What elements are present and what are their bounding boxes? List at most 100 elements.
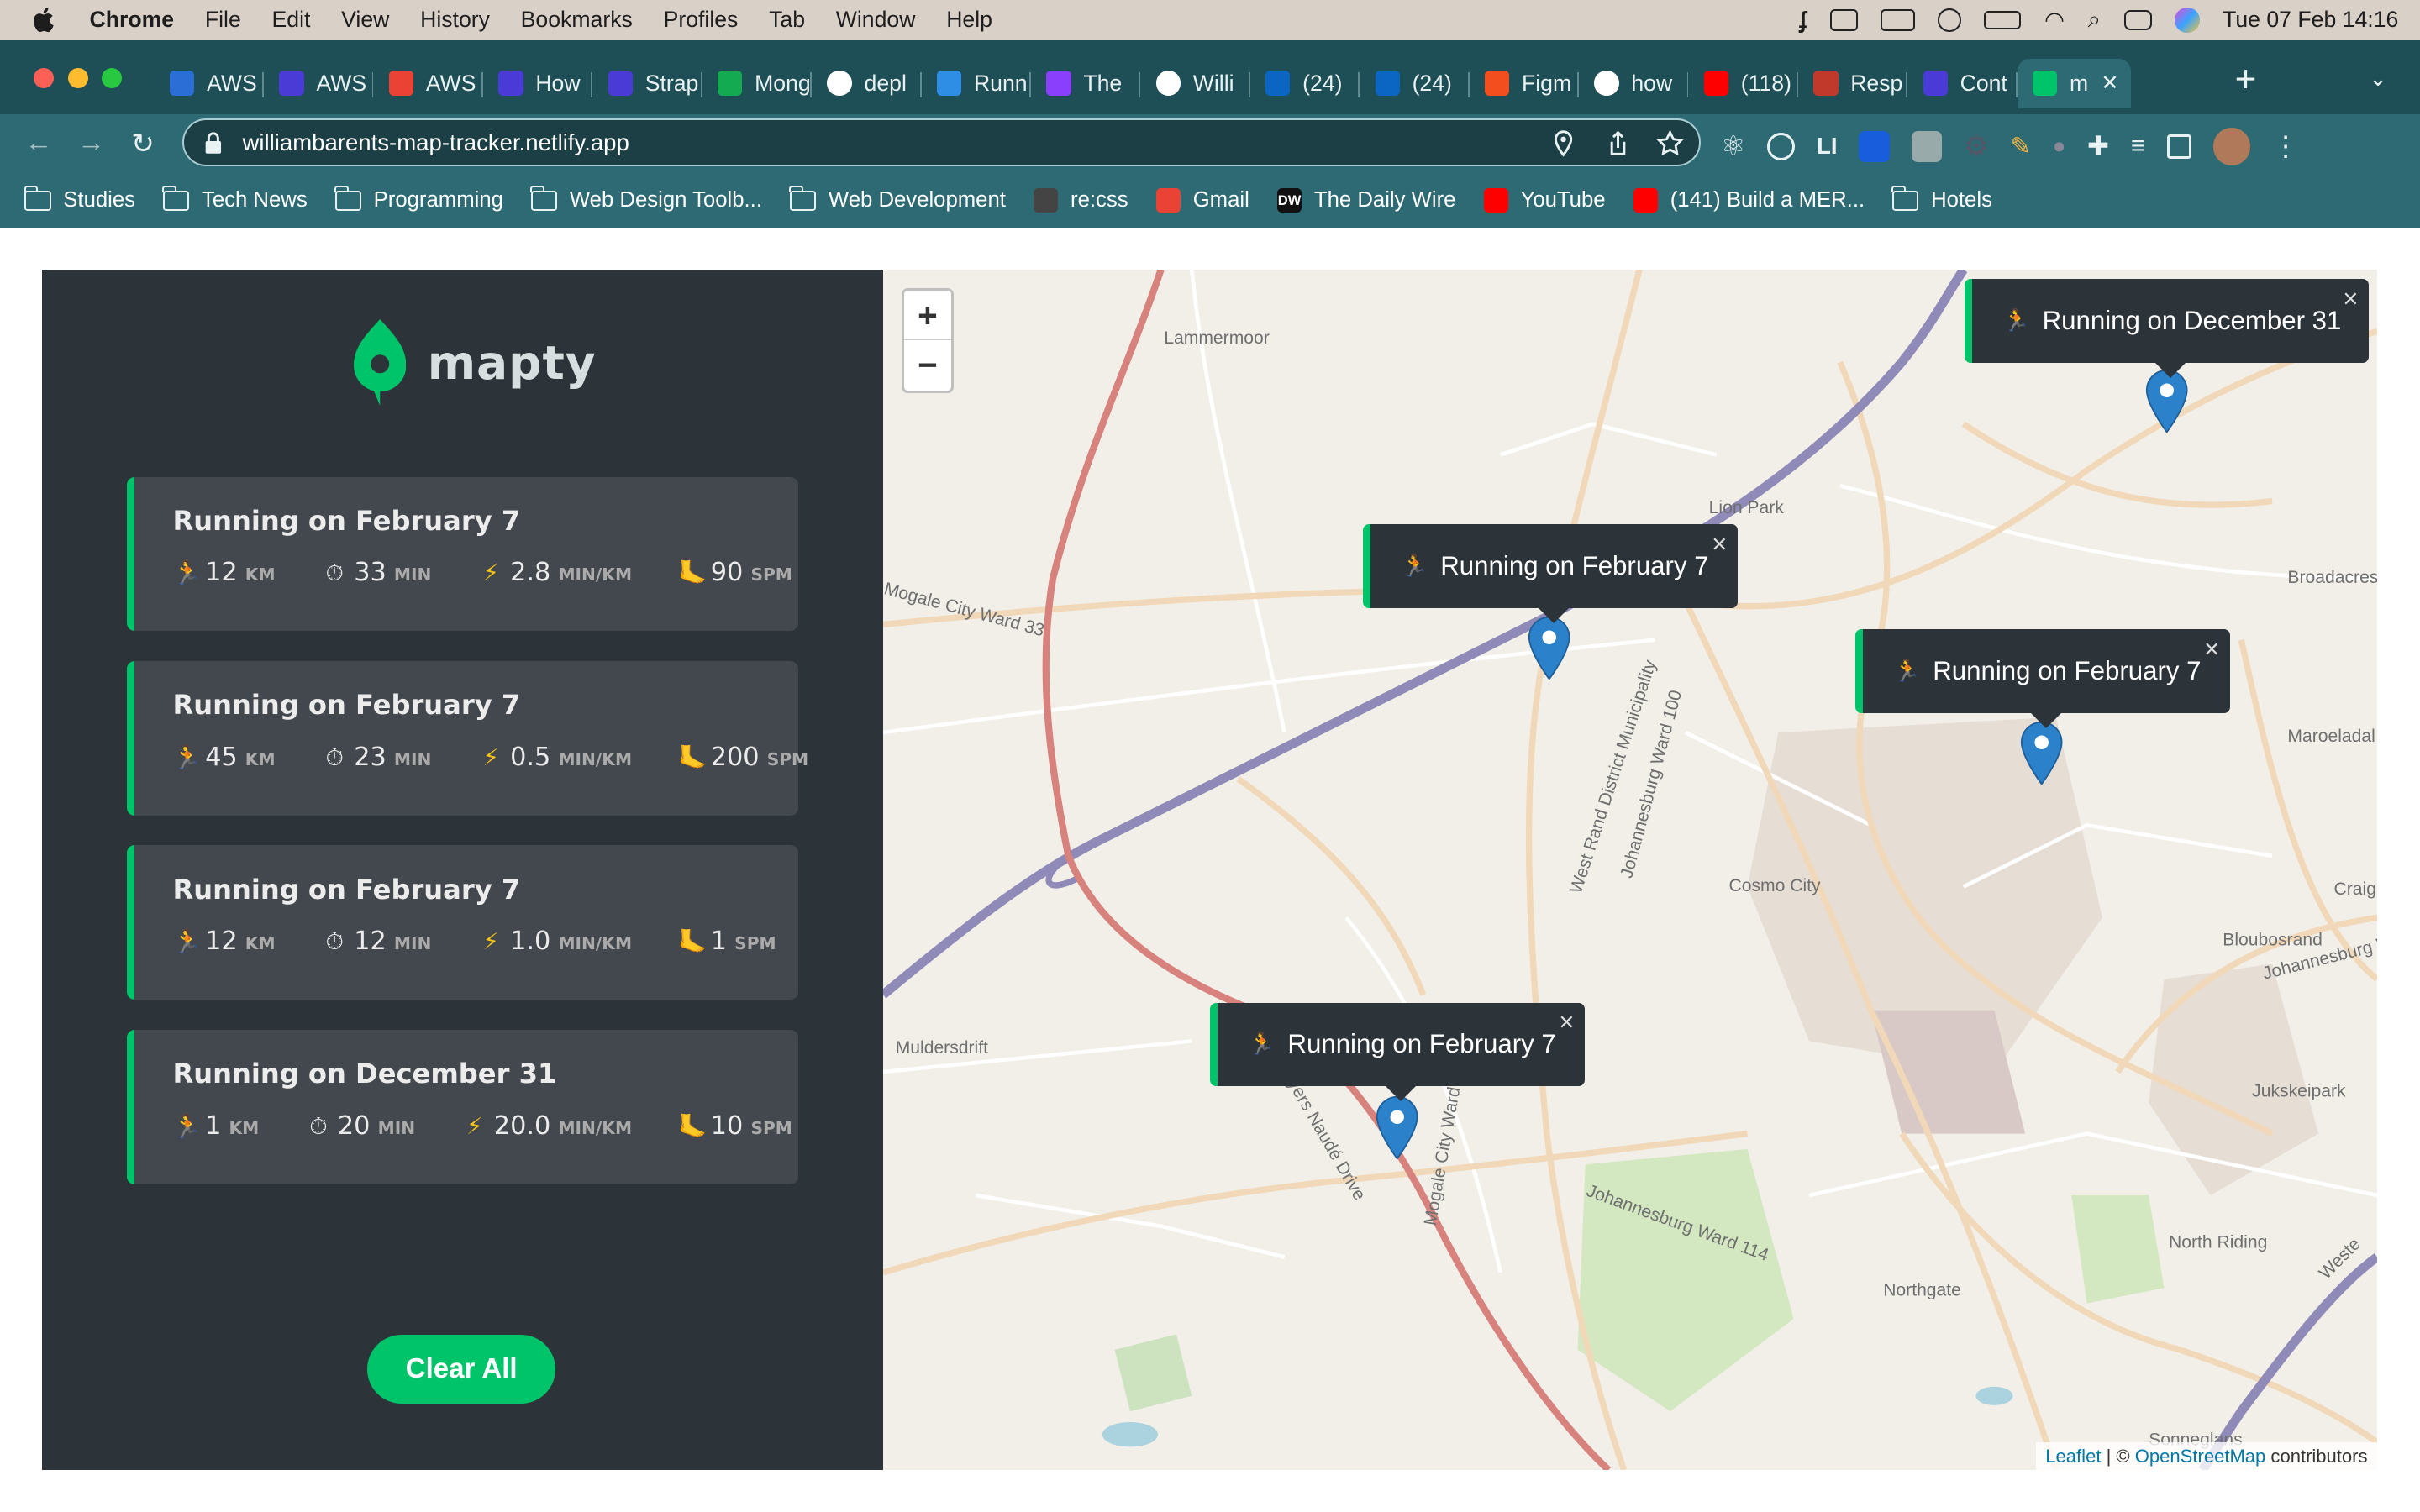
wifi-icon[interactable]: ◠ (2044, 7, 2065, 34)
bookmark-star-icon[interactable] (1656, 129, 1684, 157)
openstreetmap-link[interactable]: OpenStreetMap (2135, 1446, 2266, 1467)
browser-tab[interactable]: Runn (922, 59, 1031, 108)
back-arrow-icon[interactable]: ← (24, 127, 52, 159)
display-icon[interactable] (1829, 9, 1858, 31)
close-window-button[interactable] (34, 67, 55, 88)
popup-close-icon[interactable]: × (1559, 1007, 1574, 1037)
side-panel-icon[interactable] (2166, 134, 2192, 160)
new-tab-button[interactable]: + (2235, 61, 2257, 98)
profile-avatar[interactable] (2212, 128, 2250, 165)
menu-tab[interactable]: Tab (769, 7, 805, 33)
site-favicon-icon: DW (1276, 188, 1302, 213)
extension-tb-icon[interactable] (1911, 131, 1943, 162)
clear-all-button[interactable]: Clear All (367, 1334, 556, 1404)
media-queue-icon[interactable]: ≡ (2131, 132, 2145, 160)
bookmark-item[interactable]: Studies (24, 186, 135, 213)
browser-tab[interactable]: Cont (1907, 59, 2018, 108)
menu-profiles[interactable]: Profiles (664, 7, 739, 33)
figma-status-icon[interactable]: ʄ (1799, 7, 1807, 34)
menubar-datetime[interactable]: Tue 07 Feb 14:16 (2223, 7, 2398, 33)
spotlight-search-icon[interactable]: ⌕ (2088, 6, 2101, 34)
workout-card[interactable]: Running on December 31 🏃 1 KM ⏱ 20 MIN ⚡ 20.0 MIN… (126, 1029, 798, 1184)
browser-tab[interactable]: How (483, 59, 593, 108)
menu-window[interactable]: Window (836, 7, 916, 33)
browser-tab[interactable]: AWS (155, 59, 265, 108)
bookmark-item[interactable]: Hotels (1891, 186, 1992, 213)
tab-close-icon[interactable]: ✕ (2101, 71, 2119, 96)
map-marker-icon[interactable] (1528, 616, 1570, 680)
minimize-window-button[interactable] (67, 67, 88, 88)
bookmark-item[interactable]: Tech News (162, 186, 308, 213)
browser-tab[interactable]: (24) (1360, 59, 1470, 108)
menu-chrome[interactable]: Chrome (90, 7, 175, 33)
browser-tab[interactable]: m ✕ (2017, 58, 2132, 108)
leaflet-link[interactable]: Leaflet (2045, 1446, 2101, 1467)
bookmark-item[interactable]: Programming (334, 186, 503, 213)
browser-tab[interactable]: Willi (1140, 59, 1250, 108)
zoom-out-button[interactable]: − (904, 340, 951, 390)
extension-li-icon[interactable]: LI (1817, 133, 1837, 160)
menu-file[interactable]: File (205, 7, 241, 33)
browser-tab[interactable]: AWS (373, 59, 483, 108)
browser-tab[interactable]: Strap (592, 59, 702, 108)
extension-lock-icon[interactable]: ● (2053, 134, 2066, 159)
workout-card[interactable]: Running on February 7 🏃 12 KM ⏱ 33 MIN ⚡ 2.8 MIN/… (126, 476, 798, 632)
workout-popup[interactable]: 🏃 Running on February 7 × (1362, 524, 1739, 623)
workout-popup[interactable]: 🏃 Running on December 31 × (1965, 279, 2370, 378)
zoom-window-button[interactable] (102, 67, 123, 88)
menu-bookmarks[interactable]: Bookmarks (521, 7, 633, 33)
workout-card[interactable]: Running on February 7 🏃 45 KM ⏱ 23 MIN ⚡ 0.5 MIN/… (126, 661, 808, 816)
browser-tab[interactable]: how (1579, 59, 1689, 108)
menu-view[interactable]: View (341, 7, 389, 33)
forward-arrow-icon[interactable]: → (77, 127, 105, 159)
menu-help[interactable]: Help (946, 7, 992, 33)
popup-close-icon[interactable]: × (1712, 529, 1727, 559)
extension-ring-icon[interactable] (1767, 132, 1796, 160)
bookmark-item[interactable]: DW The Daily Wire (1276, 188, 1455, 213)
popup-close-icon[interactable]: × (2343, 284, 2358, 314)
bookmark-item[interactable]: Web Development (789, 186, 1006, 213)
map[interactable]: Lammermoor Lion Park Broadacres AH Maroe… (882, 270, 2377, 1471)
browser-tab[interactable]: AWS (264, 59, 374, 108)
extension-gear-icon[interactable]: ⚙ (1964, 129, 1989, 163)
bookmark-item[interactable]: (141) Build a MER... (1633, 188, 1865, 213)
control-center-icon[interactable] (2123, 9, 2152, 30)
browser-tab[interactable]: Resp (1798, 59, 1908, 108)
memory-icon[interactable] (1881, 9, 1915, 31)
bookmark-item[interactable]: Gmail (1155, 188, 1249, 213)
menu-history[interactable]: History (420, 7, 490, 33)
bookmark-item[interactable]: YouTube (1483, 188, 1606, 213)
browser-tab[interactable]: depl (812, 59, 922, 108)
bookmark-item[interactable]: re:css (1033, 188, 1128, 213)
location-pin-icon[interactable] (1549, 129, 1577, 158)
zoom-in-button[interactable]: + (903, 291, 952, 341)
tab-search-chevron-icon[interactable]: ⌄ (2369, 66, 2387, 92)
chrome-menu-icon[interactable]: ⋮ (2272, 129, 2300, 163)
browser-tab[interactable]: Mong (702, 59, 813, 108)
workout-card[interactable]: Running on February 7 🏃 12 KM ⏱ 12 MIN ⚡ 1.0 MIN/… (126, 845, 798, 1000)
extensions-puzzle-icon[interactable]: ✚ (2087, 131, 2109, 161)
map-tiles[interactable]: Lammermoor Lion Park Broadacres AH Maroe… (882, 270, 2377, 1471)
menu-edit[interactable]: Edit (272, 7, 311, 33)
map-marker-icon[interactable] (2145, 369, 2188, 433)
apple-menu-icon[interactable] (31, 7, 62, 33)
browser-tab[interactable]: (24) (1250, 59, 1360, 108)
share-icon[interactable] (1604, 129, 1632, 157)
map-marker-icon[interactable] (2020, 721, 2063, 785)
map-marker-icon[interactable] (1376, 1095, 1418, 1160)
reload-icon[interactable]: ↻ (131, 127, 155, 160)
popup-close-icon[interactable]: × (2204, 634, 2219, 664)
battery-icon[interactable] (1984, 10, 2022, 29)
bookmark-item[interactable]: Web Design Toolb... (530, 186, 762, 213)
browser-tab[interactable]: (118) (1688, 59, 1798, 108)
workout-popup[interactable]: 🏃 Running on February 7 × (1854, 629, 2231, 728)
react-devtools-icon[interactable]: ⚛ (1721, 129, 1746, 163)
extension-pen-icon[interactable]: ✎ (2010, 132, 2031, 161)
browser-tab[interactable]: The (1031, 59, 1141, 108)
siri-icon[interactable] (2175, 8, 2200, 33)
extension-bitwarden-icon[interactable] (1859, 131, 1890, 162)
workout-popup[interactable]: 🏃 Running on February 7 × (1209, 1002, 1586, 1102)
play-icon[interactable] (1938, 8, 1961, 32)
browser-tab[interactable]: Figm (1470, 59, 1579, 108)
address-bar[interactable]: williambarents-map-tracker.netlify.app (182, 118, 1702, 167)
